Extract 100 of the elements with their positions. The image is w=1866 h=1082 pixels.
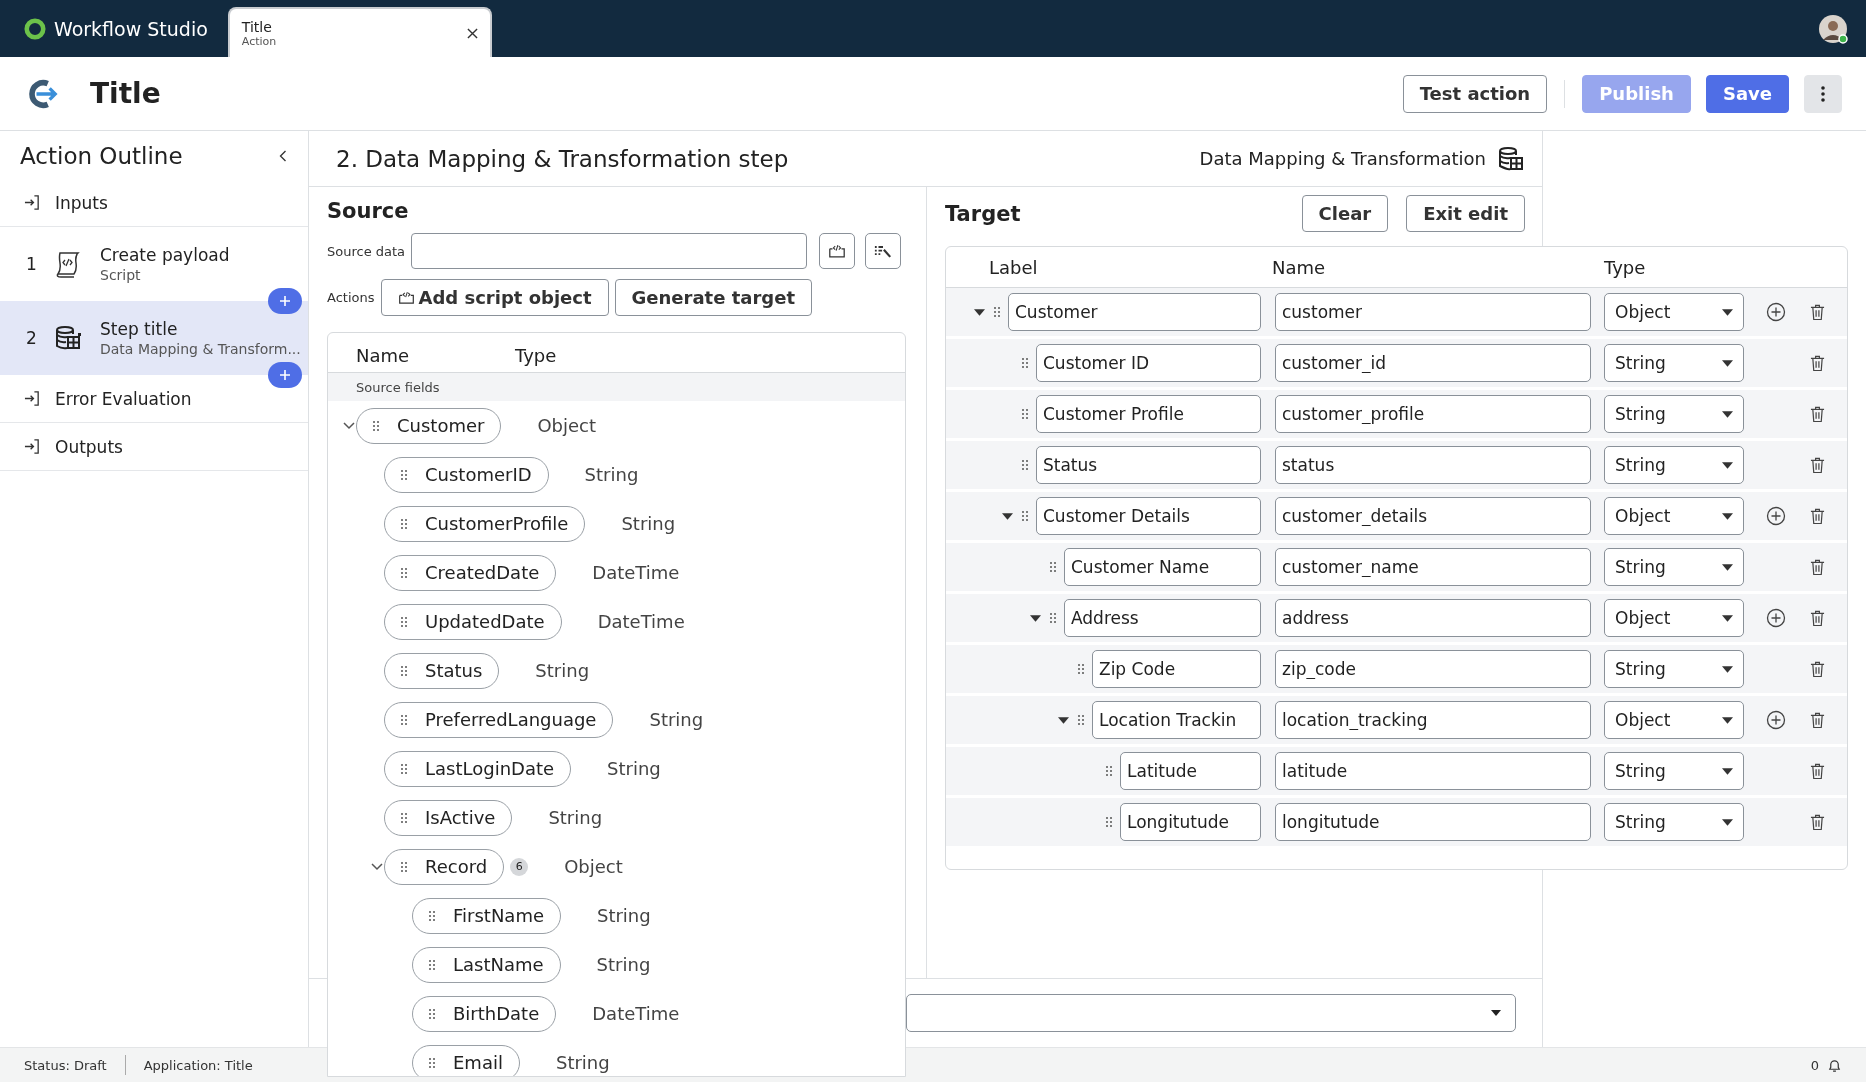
caret-down-icon[interactable] (1057, 716, 1069, 724)
label-field[interactable]: Customer Profile (1036, 395, 1261, 433)
add-icon[interactable] (1766, 506, 1786, 526)
action-button[interactable]: Exit edit (1406, 195, 1525, 232)
drag-handle-icon[interactable] (1078, 664, 1084, 674)
name-field[interactable]: zip_code (1275, 650, 1591, 688)
type-dropdown[interactable]: String (1604, 395, 1744, 433)
outline-step[interactable]: 1 Create payload Script (0, 227, 308, 301)
label-field[interactable]: Customer ID (1036, 344, 1261, 382)
chevron-down-icon[interactable] (343, 421, 355, 430)
name-field[interactable]: customer_id (1275, 344, 1591, 382)
field-type: Object (537, 415, 597, 436)
field-type: String (596, 954, 651, 975)
type-dropdown[interactable]: Object (1604, 599, 1744, 637)
add-step-button[interactable] (268, 362, 302, 388)
delete-icon[interactable] (1810, 456, 1825, 474)
name-field[interactable]: customer_profile (1275, 395, 1591, 433)
drag-handle-icon[interactable] (1022, 460, 1028, 470)
action-button[interactable]: Generate target (614, 279, 812, 316)
add-icon[interactable] (1766, 710, 1786, 730)
type-dropdown[interactable]: String (1604, 803, 1744, 841)
target-title: Target (945, 201, 1021, 226)
drag-handle-icon[interactable] (1106, 766, 1112, 776)
caret-down-icon[interactable] (1029, 614, 1041, 622)
outline-step[interactable]: 2 Step title Data Mapping & Transform... (0, 301, 308, 375)
field-type: String (621, 513, 676, 534)
step-name: Step title (100, 319, 179, 339)
dropdown[interactable] (906, 994, 1516, 1032)
delete-icon[interactable] (1810, 303, 1825, 321)
avatar-icon[interactable] (1818, 13, 1848, 44)
outline-item[interactable]: Outputs (0, 423, 308, 471)
delete-icon[interactable] (1810, 405, 1825, 423)
drag-handle-icon[interactable] (1050, 613, 1056, 623)
type-dropdown[interactable]: Object (1604, 293, 1744, 331)
chevron-down-icon[interactable] (371, 862, 383, 871)
label-field[interactable]: Location Trackin (1092, 701, 1261, 739)
source-data-field[interactable] (411, 233, 808, 269)
name-field[interactable]: status (1275, 446, 1591, 484)
caret-down-icon[interactable] (1001, 512, 1013, 520)
add-step-button[interactable] (268, 288, 302, 314)
drag-handle-icon (401, 665, 407, 676)
close-icon[interactable] (466, 27, 478, 39)
caret-down-icon[interactable] (973, 308, 985, 316)
delete-icon[interactable] (1810, 813, 1825, 831)
label-field[interactable]: Customer (1008, 293, 1261, 331)
drag-handle-icon[interactable] (1022, 358, 1028, 368)
name-field[interactable]: longitutude (1275, 803, 1591, 841)
drag-handle-icon (373, 420, 379, 431)
name-field[interactable]: customer_details (1275, 497, 1591, 535)
delete-icon[interactable] (1810, 507, 1825, 525)
label-field[interactable]: Customer Details (1036, 497, 1261, 535)
label-field[interactable]: Latitude (1120, 752, 1261, 790)
type-dropdown[interactable]: String (1604, 446, 1744, 484)
collapse-icon[interactable] (278, 149, 288, 163)
more-button[interactable] (1804, 74, 1842, 113)
name-field[interactable]: address (1275, 599, 1591, 637)
drag-handle-icon[interactable] (1022, 409, 1028, 419)
name-field[interactable]: location_tracking (1275, 701, 1591, 739)
type-dropdown[interactable]: String (1604, 752, 1744, 790)
name-field[interactable]: customer (1275, 293, 1591, 331)
type-dropdown[interactable]: String (1604, 548, 1744, 586)
label-field[interactable]: Longitutude (1120, 803, 1261, 841)
delete-icon[interactable] (1810, 609, 1825, 627)
delete-icon[interactable] (1810, 660, 1825, 678)
drag-handle-icon (429, 1057, 435, 1068)
type-dropdown[interactable]: String (1604, 650, 1744, 688)
add-icon[interactable] (1766, 302, 1786, 322)
delete-icon[interactable] (1810, 558, 1825, 576)
name-field[interactable]: latitude (1275, 752, 1591, 790)
plus-icon (280, 370, 290, 380)
script-button[interactable] (819, 233, 856, 269)
field-type: String (597, 905, 651, 926)
bell-icon[interactable] (1827, 1057, 1842, 1073)
outline-item[interactable]: Error Evaluation (0, 375, 308, 423)
caret-icon (1722, 767, 1733, 775)
action-button[interactable]: Add script object (380, 279, 609, 316)
outline-item[interactable]: Inputs (0, 179, 308, 227)
mapping-tool-button[interactable] (865, 233, 902, 269)
label-field[interactable]: Status (1036, 446, 1261, 484)
action-button[interactable]: Test action (1402, 74, 1548, 113)
type-dropdown[interactable]: String (1604, 344, 1744, 382)
type-dropdown[interactable]: Object (1604, 701, 1744, 739)
name-field[interactable]: customer_name (1275, 548, 1591, 586)
add-icon[interactable] (1766, 608, 1786, 628)
action-button[interactable]: Clear (1301, 195, 1389, 232)
drag-handle-icon[interactable] (994, 307, 1000, 317)
caret-icon (1722, 665, 1733, 673)
drag-handle-icon[interactable] (1078, 715, 1084, 725)
label-field[interactable]: Zip Code (1092, 650, 1261, 688)
delete-icon[interactable] (1810, 762, 1825, 780)
label-field[interactable]: Address (1064, 599, 1261, 637)
tab[interactable]: Title Action (227, 7, 492, 57)
drag-handle-icon[interactable] (1106, 817, 1112, 827)
drag-handle-icon[interactable] (1050, 562, 1056, 572)
delete-icon[interactable] (1810, 711, 1825, 729)
action-button[interactable]: Save (1705, 74, 1789, 113)
label-field[interactable]: Customer Name (1064, 548, 1261, 586)
type-dropdown[interactable]: Object (1604, 497, 1744, 535)
delete-icon[interactable] (1810, 354, 1825, 372)
drag-handle-icon[interactable] (1022, 511, 1028, 521)
